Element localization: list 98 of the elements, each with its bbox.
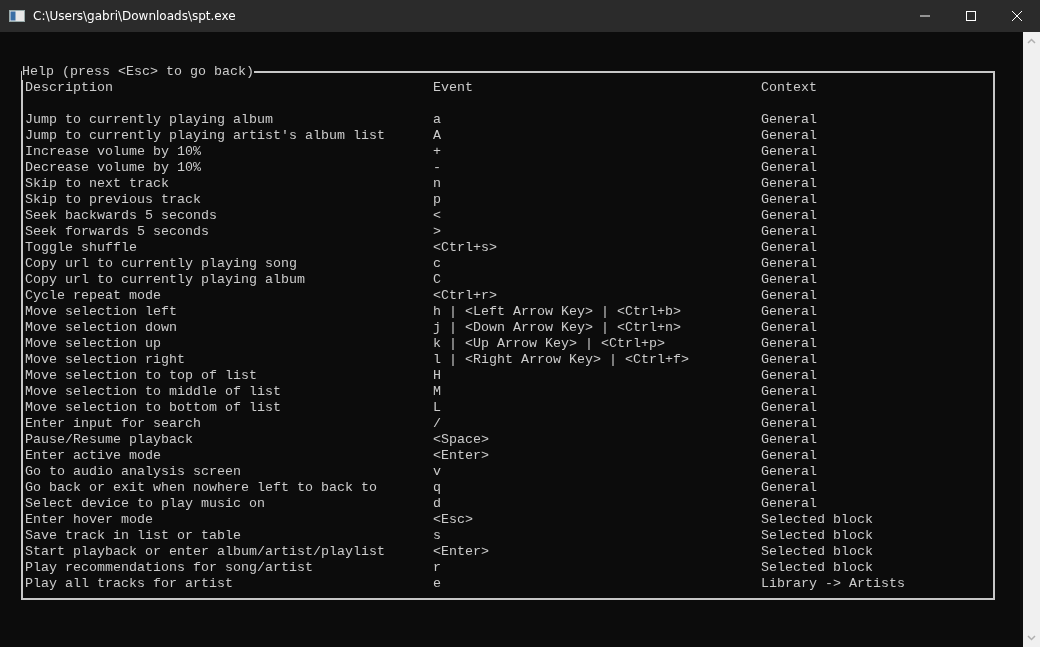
description-cell-text: Move selection up: [25, 336, 162, 352]
description-cell-text: Copy url to currently playing album: [25, 272, 306, 288]
description-cell-text: Move selection left: [25, 304, 178, 320]
event-cell-text: l | <Right Arrow Key> | <Ctrl+f>: [433, 352, 690, 368]
event-cell-text: <Space>: [433, 432, 490, 448]
description-cell-text: Move selection to middle of list: [25, 384, 282, 400]
event-cell-text: j | <Down Arrow Key> | <Ctrl+n>: [433, 320, 682, 336]
description-cell-text: Go back or exit when nowhere left to back to: [25, 480, 378, 496]
context-cell-text: Selected block: [761, 544, 874, 560]
description-cell-text: Cycle repeat mode: [25, 288, 162, 304]
context-cell-text: General: [761, 240, 818, 256]
event-cell-text: n: [433, 176, 442, 192]
event-cell-text: H: [433, 368, 442, 384]
description-cell-text: Skip to previous track: [25, 192, 202, 208]
context-cell-text: General: [761, 400, 818, 416]
context-cell-text: General: [761, 480, 818, 496]
description-cell-text: Enter hover mode: [25, 512, 154, 528]
event-cell-text: r: [433, 560, 442, 576]
event-cell-text: h | <Left Arrow Key> | <Ctrl+b>: [433, 304, 682, 320]
description-cell-text: Move selection to bottom of list: [25, 400, 282, 416]
event-cell-text: e: [433, 576, 442, 592]
event-cell-text: C: [433, 272, 442, 288]
context-cell-text: General: [761, 224, 818, 240]
description-cell-text: Jump to currently playing artist's album list: [25, 128, 386, 144]
context-cell-text: General: [761, 272, 818, 288]
column-header: Event: [433, 80, 474, 96]
description-cell-text: Move selection down: [25, 320, 178, 336]
event-cell-text: a: [433, 112, 442, 128]
console-app-icon: [9, 10, 25, 22]
description-cell-text: Seek forwards 5 seconds: [25, 224, 210, 240]
event-cell-text: <Ctrl+r>: [433, 288, 498, 304]
event-cell-text: p: [433, 192, 442, 208]
context-cell-text: General: [761, 256, 818, 272]
event-cell-text: k | <Up Arrow Key> | <Ctrl+p>: [433, 336, 666, 352]
column-header: Description: [25, 80, 114, 96]
context-cell-text: General: [761, 208, 818, 224]
description-cell-text: Enter input for search: [25, 416, 202, 432]
description-cell-text: Decrease volume by 10%: [25, 160, 202, 176]
description-cell-text: Start playback or enter album/artist/playlist: [25, 544, 386, 560]
context-cell-text: General: [761, 416, 818, 432]
context-cell-text: General: [761, 320, 818, 336]
event-cell-text: /: [433, 416, 442, 432]
event-cell-text: >: [433, 224, 442, 240]
event-cell-text: <Enter>: [433, 448, 490, 464]
context-cell-text: Selected block: [761, 528, 874, 544]
event-cell-text: A: [433, 128, 442, 144]
description-cell-text: Seek backwards 5 seconds: [25, 208, 218, 224]
context-cell-text: General: [761, 304, 818, 320]
description-cell-text: Toggle shuffle: [25, 240, 138, 256]
context-cell-text: General: [761, 128, 818, 144]
event-cell-text: M: [433, 384, 442, 400]
context-cell-text: General: [761, 336, 818, 352]
context-cell-text: General: [761, 288, 818, 304]
context-cell-text: General: [761, 144, 818, 160]
description-cell-text: Enter active mode: [25, 448, 162, 464]
context-cell-text: Selected block: [761, 512, 874, 528]
context-cell-text: General: [761, 176, 818, 192]
description-cell-text: Select device to play music on: [25, 496, 266, 512]
window-title: C:\Users\gabri\Downloads\spt.exe: [33, 9, 237, 23]
event-cell-text: L: [433, 400, 442, 416]
context-cell-text: General: [761, 160, 818, 176]
event-cell-text: d: [433, 496, 442, 512]
context-cell-text: General: [761, 496, 818, 512]
description-cell-text: Copy url to currently playing song: [25, 256, 298, 272]
maximize-icon: [966, 11, 976, 21]
context-cell-text: General: [761, 432, 818, 448]
event-cell-text: <: [433, 208, 442, 224]
context-cell-text: General: [761, 192, 818, 208]
context-cell-text: General: [761, 384, 818, 400]
context-cell-text: Selected block: [761, 560, 874, 576]
description-cell-text: Move selection to top of list: [25, 368, 258, 384]
description-cell-text: Go to audio analysis screen: [25, 464, 242, 480]
event-cell-text: -: [433, 160, 442, 176]
description-cell-text: Save track in list or table: [25, 528, 242, 544]
description-cell-text: Increase volume by 10%: [25, 144, 202, 160]
close-icon: [1012, 11, 1022, 21]
column-header: Context: [761, 80, 818, 96]
description-cell-text: Move selection right: [25, 352, 186, 368]
context-cell-text: General: [761, 112, 818, 128]
description-cell-text: Jump to currently playing album: [25, 112, 274, 128]
event-cell-text: <Ctrl+s>: [433, 240, 498, 256]
description-cell-text: Skip to next track: [25, 176, 170, 192]
event-cell-text: <Enter>: [433, 544, 490, 560]
context-cell-text: General: [761, 448, 818, 464]
panel-title: Help (press <Esc> to go back): [22, 64, 254, 80]
context-cell-text: General: [761, 464, 818, 480]
event-cell-text: <Esc>: [433, 512, 474, 528]
event-cell-text: s: [433, 528, 442, 544]
event-cell-text: +: [433, 144, 442, 160]
description-cell-text: Play recommendations for song/artist: [25, 560, 314, 576]
description-cell-text: Pause/Resume playback: [25, 432, 194, 448]
event-cell-text: c: [433, 256, 442, 272]
context-cell-text: General: [761, 352, 818, 368]
event-cell-text: q: [433, 480, 442, 496]
context-cell-text: General: [761, 368, 818, 384]
context-cell-text: Library -> Artists: [761, 576, 906, 592]
description-cell-text: Play all tracks for artist: [25, 576, 234, 592]
event-cell-text: v: [433, 464, 442, 480]
